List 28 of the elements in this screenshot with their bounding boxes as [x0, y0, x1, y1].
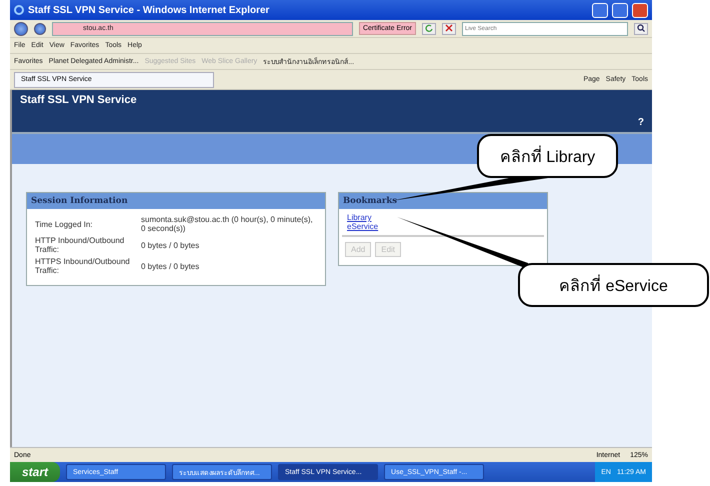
stop-button[interactable]: [442, 22, 456, 34]
panel-title: Bookmarks: [339, 193, 547, 209]
search-button[interactable]: [634, 22, 648, 34]
bookmark-link[interactable]: Library: [347, 213, 372, 222]
page-header-title: Staff SSL VPN Service: [20, 94, 137, 108]
forward-button[interactable]: [34, 22, 46, 34]
window-title: Staff SSL VPN Service - Windows Internet Explorer: [28, 4, 270, 16]
callout: คลิกที่ eService: [518, 263, 709, 307]
browser-icon: [14, 5, 24, 15]
start-button[interactable]: start: [10, 462, 60, 482]
help-icon[interactable]: ?: [638, 117, 644, 128]
field-label: Time Logged In:: [35, 220, 94, 228]
back-button[interactable]: [14, 22, 28, 36]
field-value: sumonta.suk@stou.ac.th (0 hour(s), 0 minute(s), 0 second(s)): [141, 215, 314, 233]
panel-title: Session Information: [27, 193, 325, 209]
maximize-button[interactable]: [612, 2, 628, 18]
search-icon: [637, 24, 645, 32]
field-label: HTTP Inbound/Outbound Traffic:: [35, 236, 126, 254]
close-icon: [445, 24, 453, 32]
field-label: HTTPS Inbound/Outbound Traffic:: [35, 257, 131, 275]
field-value: 0 bytes / 0 bytes: [141, 240, 200, 250]
minimize-button[interactable]: [592, 2, 608, 18]
close-button[interactable]: [632, 2, 648, 18]
refresh-button[interactable]: [422, 22, 436, 34]
bookmark-link[interactable]: eService: [347, 222, 378, 231]
callout: คลิกที่ Library: [477, 134, 618, 178]
refresh-icon: [425, 24, 433, 32]
field-value: 0 bytes / 0 bytes: [141, 262, 200, 270]
